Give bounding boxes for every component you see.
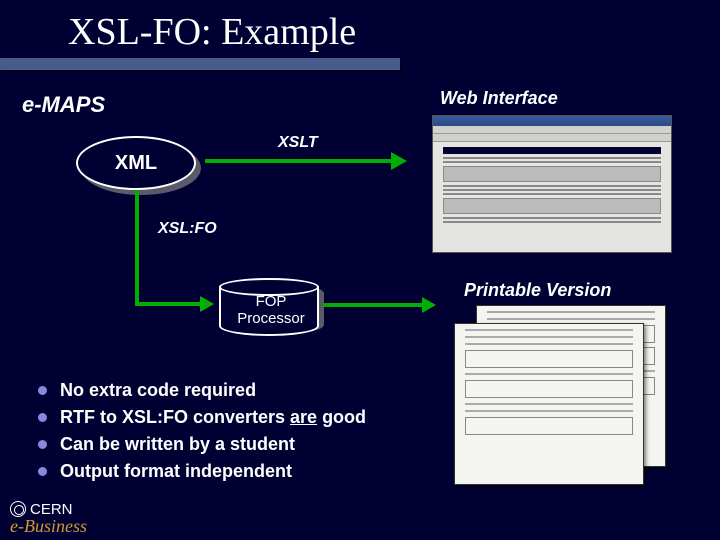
xml-node-text: XML [115, 152, 157, 175]
xml-node: XML [76, 136, 196, 190]
fop-processor-node: FOP Processor [219, 278, 319, 340]
e-business-text: e-Business [10, 518, 87, 534]
fop-line2: Processor [237, 310, 305, 327]
arrow-xml-to-web-icon [205, 159, 393, 163]
printable-label: Printable Version [464, 280, 611, 301]
arrow-to-fop-icon [135, 302, 201, 306]
xslt-label: XSLT [278, 134, 318, 152]
arrow-fop-to-print-icon [323, 303, 423, 307]
slide-content: e-MAPS Web Interface Printable Version X… [0, 0, 720, 540]
printable-version-screenshot [454, 305, 668, 490]
arrow-xml-down-icon [135, 190, 139, 305]
list-item: Output format independent [36, 461, 366, 482]
list-item: RTF to XSL:FO converters are good [36, 407, 366, 428]
list-item: No extra code required [36, 380, 366, 401]
fop-line1: FOP [256, 293, 287, 310]
xslfo-label: XSL:FO [158, 220, 217, 238]
emaps-label: e-MAPS [22, 92, 105, 118]
web-interface-label: Web Interface [440, 88, 558, 109]
web-interface-screenshot [432, 115, 672, 253]
bullet-list: No extra code required RTF to XSL:FO con… [36, 380, 366, 488]
footer: CERN e-Business [10, 501, 87, 534]
list-item: Can be written by a student [36, 434, 366, 455]
